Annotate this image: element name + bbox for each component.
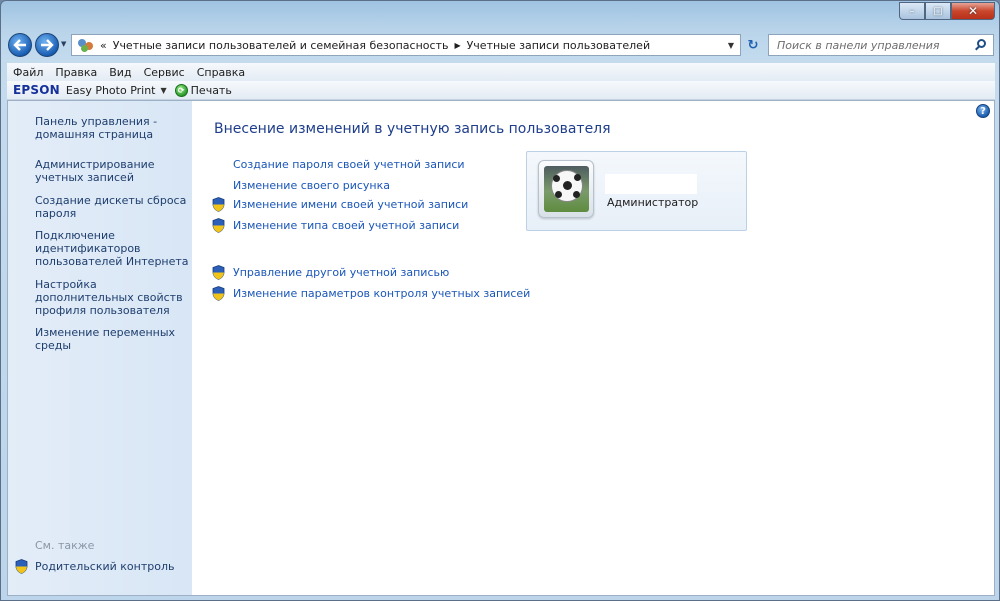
users-icon	[78, 37, 94, 53]
task-label: Изменение типа своей учетной записи	[233, 219, 460, 232]
content-area: Панель управления - домашняя страница Ад…	[7, 100, 995, 596]
caption-buttons: – □ ✕	[899, 2, 995, 20]
soccer-ball-icon	[544, 166, 589, 212]
avatar	[538, 160, 594, 218]
menu-tools[interactable]: Сервис	[144, 66, 185, 79]
menu-help[interactable]: Справка	[197, 66, 245, 79]
address-history-dropdown[interactable]: ▼	[728, 41, 734, 50]
control-panel-window: – □ ✕ ▼ « Учетные записи пользователей и…	[0, 0, 1000, 601]
help-icon[interactable]: ?	[976, 104, 990, 118]
navigation-bar: ▼ « Учетные записи пользователей и семей…	[1, 31, 1000, 59]
search-input[interactable]: Поиск в панели управления	[777, 39, 940, 52]
see-also-label: См. также	[35, 539, 95, 552]
breadcrumb-overflow[interactable]: «	[100, 39, 107, 52]
task-create-password[interactable]: Создание пароля своей учетной записи	[212, 157, 465, 172]
parental-control-link[interactable]: Родительский контроль	[15, 559, 175, 574]
back-button[interactable]	[8, 33, 32, 57]
search-icon[interactable]	[975, 39, 987, 51]
epson-logo: EPSON	[13, 83, 60, 97]
arrow-right-icon	[41, 39, 54, 51]
account-name	[605, 174, 697, 194]
sidebar-item-environment-variables[interactable]: Изменение переменных среды	[35, 326, 190, 352]
epson-toolbar: EPSON Easy Photo Print ▼ ⟳ Печать	[7, 81, 995, 100]
account-type: Администратор	[607, 196, 699, 209]
task-label: Изменение параметров контроля учетных за…	[233, 287, 531, 300]
uac-shield-icon	[212, 286, 225, 301]
account-card: Администратор	[526, 151, 747, 231]
maximize-button[interactable]: □	[925, 2, 951, 20]
breadcrumb-user-accounts[interactable]: Учетные записи пользователей	[467, 39, 651, 52]
task-uac-settings[interactable]: Изменение параметров контроля учетных за…	[212, 286, 530, 301]
minimize-button[interactable]: –	[899, 2, 925, 20]
uac-shield-icon	[212, 218, 225, 233]
uac-shield-icon	[212, 197, 225, 212]
uac-shield-icon	[15, 559, 28, 574]
uac-shield-icon	[212, 265, 225, 280]
close-button[interactable]: ✕	[951, 2, 995, 20]
menu-file[interactable]: Файл	[13, 66, 43, 79]
search-box[interactable]: Поиск в панели управления	[768, 34, 994, 56]
breadcrumb-separator-icon[interactable]: ▶	[454, 41, 460, 50]
task-label: Управление другой учетной записью	[233, 266, 450, 279]
page-title: Внесение изменений в учетную запись поль…	[214, 121, 611, 137]
recent-pages-dropdown[interactable]: ▼	[61, 40, 66, 48]
easy-photo-print-button[interactable]: Easy Photo Print	[66, 84, 156, 97]
address-bar[interactable]: « Учетные записи пользователей и семейна…	[71, 34, 741, 56]
task-label: Создание пароля своей учетной записи	[233, 158, 465, 171]
task-manage-another-account[interactable]: Управление другой учетной записью	[212, 265, 449, 280]
refresh-icon: ↻	[747, 37, 759, 53]
task-label: Изменение своего рисунка	[233, 179, 391, 192]
refresh-button[interactable]: ↻	[743, 35, 763, 55]
task-change-type[interactable]: Изменение типа своей учетной записи	[212, 218, 459, 233]
sidebar-item-online-ids[interactable]: Подключение идентификаторов пользователе…	[35, 229, 190, 268]
title-bar[interactable]: – □ ✕	[1, 1, 1000, 31]
print-button[interactable]: Печать	[191, 84, 232, 97]
sidebar-item-manage-accounts[interactable]: Администрирование учетных записей	[35, 158, 190, 184]
main-pane: ? Внесение изменений в учетную запись по…	[192, 101, 994, 595]
chevron-down-icon[interactable]: ▼	[161, 86, 167, 95]
sidebar-item-profile-properties[interactable]: Настройка дополнительных свойств профиля…	[35, 278, 190, 317]
task-label: Изменение имени своей учетной записи	[233, 198, 469, 211]
task-change-name[interactable]: Изменение имени своей учетной записи	[212, 197, 468, 212]
menu-bar: Файл Правка Вид Сервис Справка	[7, 63, 995, 81]
breadcrumb-family-safety[interactable]: Учетные записи пользователей и семейная …	[113, 39, 449, 52]
sidebar-item-reset-disk[interactable]: Создание дискеты сброса пароля	[35, 194, 190, 220]
arrow-left-icon	[13, 39, 26, 51]
print-icon[interactable]: ⟳	[174, 83, 188, 97]
task-change-picture[interactable]: Изменение своего рисунка	[212, 178, 390, 193]
sidebar-item-home[interactable]: Панель управления - домашняя страница	[35, 115, 190, 141]
forward-button[interactable]	[35, 33, 59, 57]
menu-view[interactable]: Вид	[109, 66, 131, 79]
parental-control-label: Родительский контроль	[35, 560, 175, 573]
menu-edit[interactable]: Правка	[55, 66, 97, 79]
sidebar: Панель управления - домашняя страница Ад…	[8, 101, 192, 595]
